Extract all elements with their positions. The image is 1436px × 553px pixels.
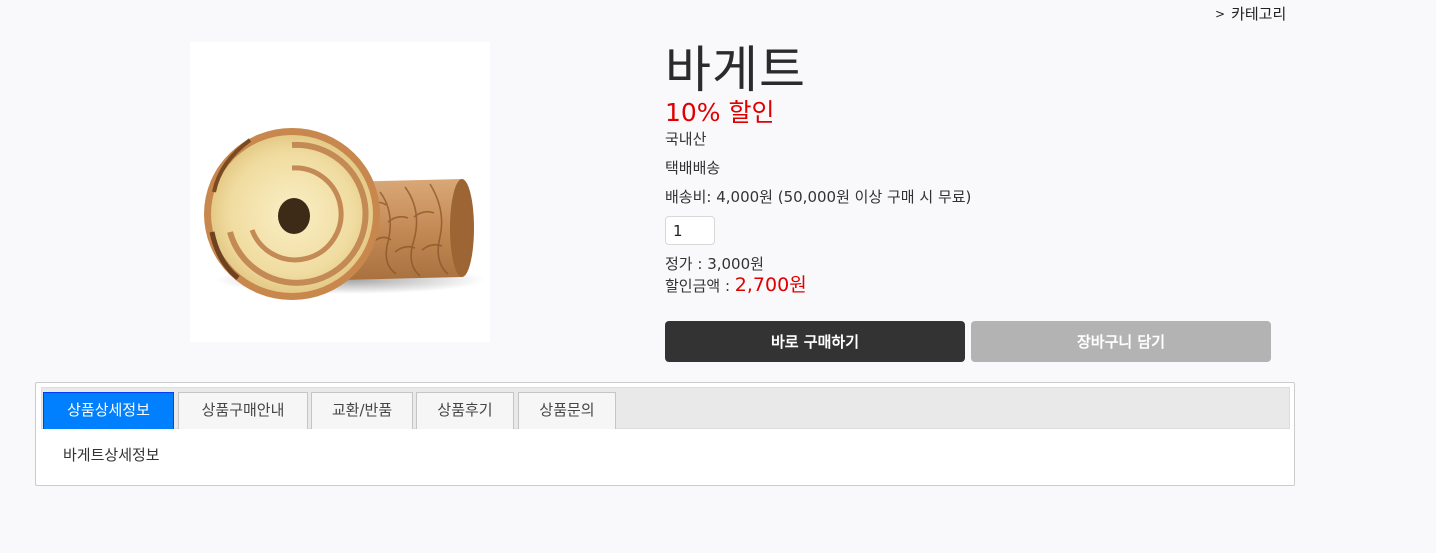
delivery-method: 택배배송	[665, 159, 721, 177]
list-price: 정가 : 3,000원	[665, 255, 764, 273]
add-to-cart-button[interactable]: 장바구니 담기	[971, 321, 1271, 362]
buy-now-button[interactable]: 바로 구매하기	[665, 321, 965, 362]
sale-price-label: 할인금액 :	[665, 277, 735, 295]
shipping-fee: 배송비: 4,000원 (50,000원 이상 구매 시 무료)	[665, 188, 972, 206]
tab-bar: 상품상세정보 상품구매안내 교환/반품 상품후기 상품문의	[41, 387, 1290, 429]
baguette-roll-image	[204, 128, 485, 300]
tab-product-detail[interactable]: 상품상세정보	[43, 392, 174, 429]
breadcrumb-category-link[interactable]: 카테고리	[1231, 5, 1286, 23]
purchase-actions: 바로 구매하기 장바구니 담기	[665, 321, 1271, 362]
product-origin: 국내산	[665, 130, 707, 148]
product-title: 바게트	[665, 41, 806, 99]
discount-rate: 10% 할인	[665, 98, 775, 127]
tab-exchange-return[interactable]: 교환/반품	[311, 392, 413, 429]
product-image	[190, 42, 490, 342]
tab-inquiries[interactable]: 상품문의	[518, 392, 616, 429]
tab-reviews[interactable]: 상품후기	[416, 392, 514, 429]
product-tabs: 상품상세정보 상품구매안내 교환/반품 상품후기 상품문의 바게트상세정보	[35, 382, 1295, 486]
product-info: 바게트 10% 할인 국내산 택배배송 배송비: 4,000원 (50,000원…	[665, 40, 1285, 297]
chevron-right-icon: >	[1215, 7, 1226, 21]
tab-panel-content: 바게트상세정보	[63, 446, 160, 464]
sale-price-line: 할인금액 : 2,700원	[665, 274, 1285, 297]
tab-purchase-guide[interactable]: 상품구매안내	[178, 392, 308, 429]
sale-price: 2,700원	[734, 274, 807, 296]
breadcrumb[interactable]: > 카테고리	[1215, 3, 1286, 24]
quantity-input[interactable]	[665, 216, 715, 245]
